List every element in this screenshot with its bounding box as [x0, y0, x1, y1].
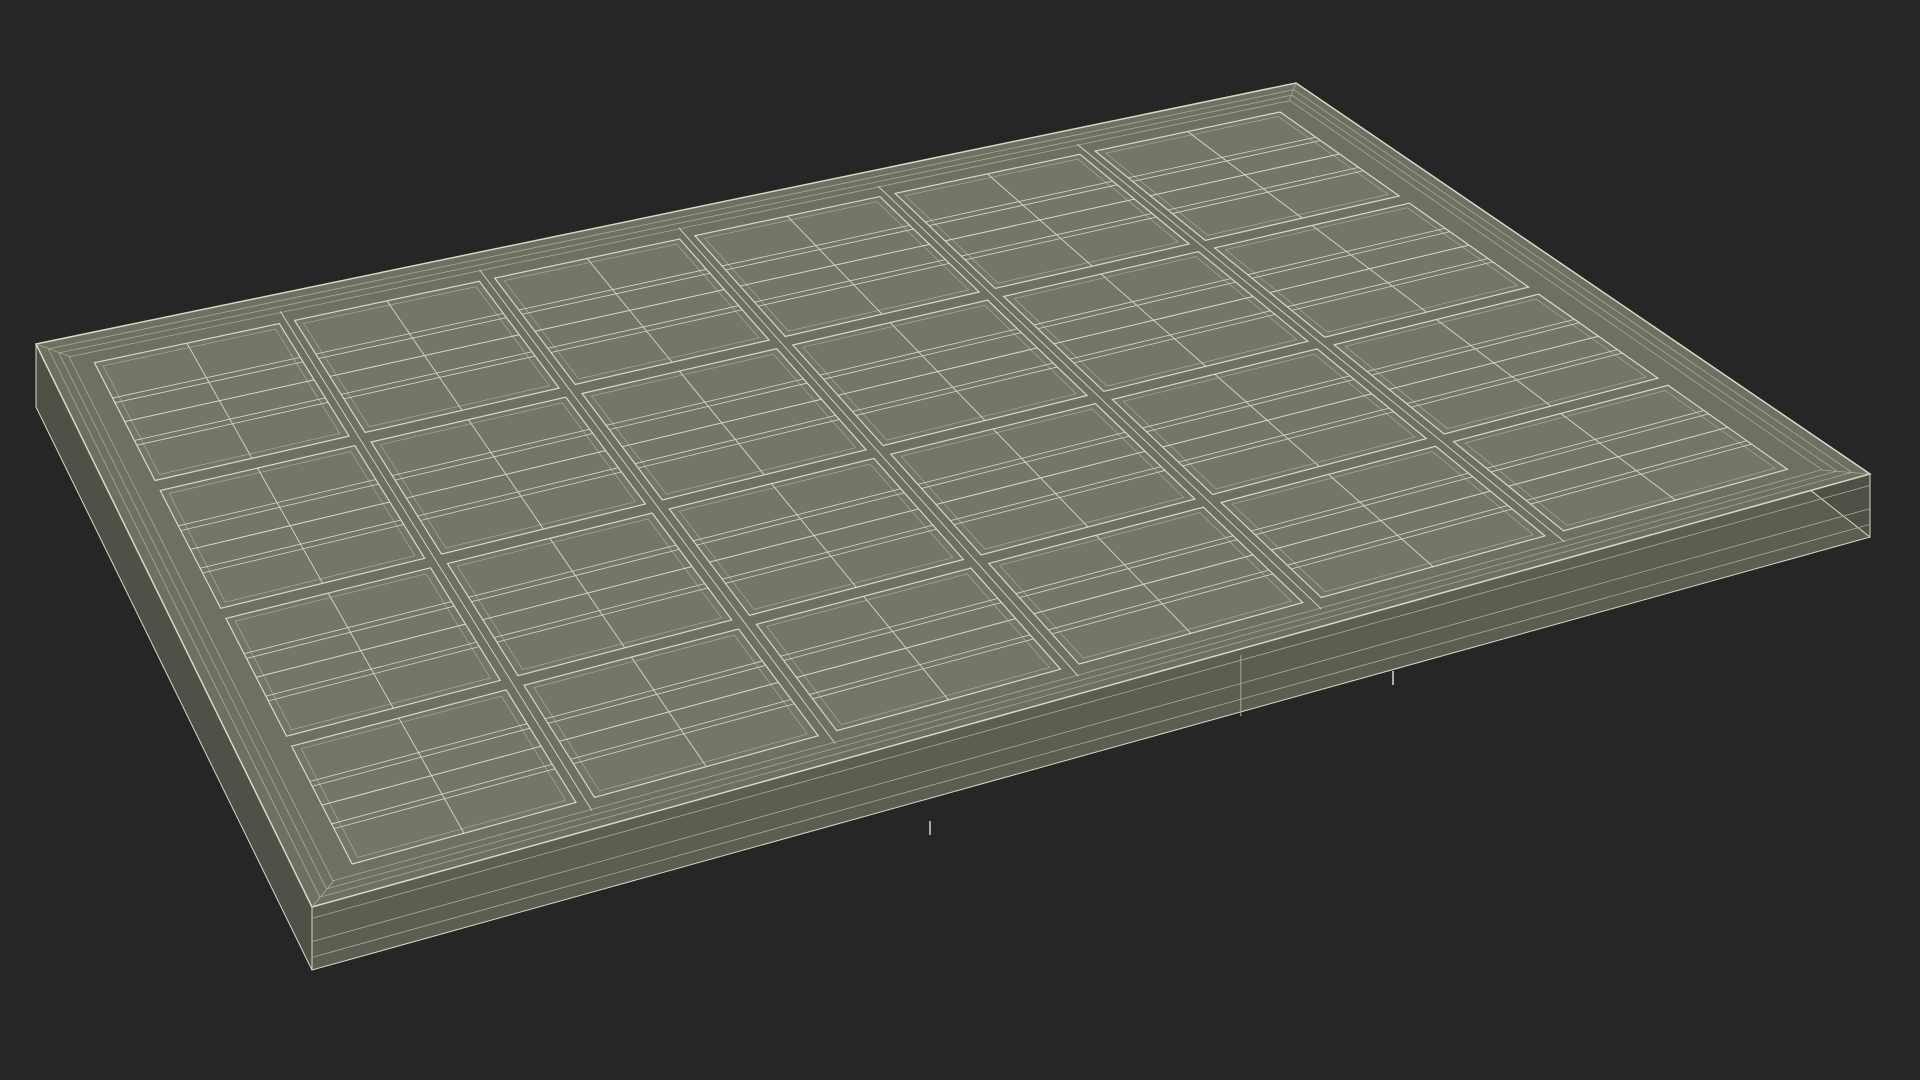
render-viewport [0, 0, 1920, 1080]
solar-panel-wireframe [34, 82, 1872, 971]
